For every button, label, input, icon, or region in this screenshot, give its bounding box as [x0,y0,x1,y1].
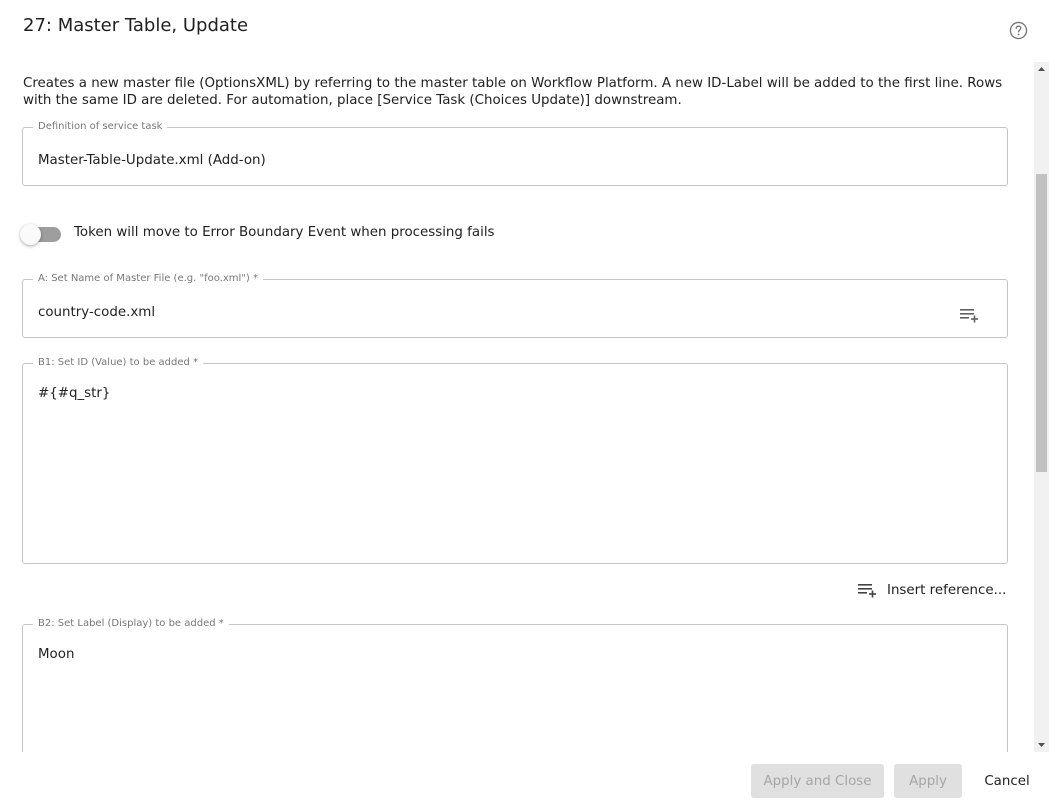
insert-reference-icon[interactable] [959,307,979,323]
label-display-legend: B2: Set Label (Display) to be added * [38,618,224,629]
label-display-textarea[interactable]: Moon [38,647,74,662]
dialog-footer: Apply and Close Apply Cancel [0,752,1049,801]
definition-value: Master-Table-Update.xml (Add-on) [38,153,266,168]
task-description: Creates a new master file (OptionsXML) b… [23,76,1003,108]
scroll-down-arrow-icon[interactable] [1034,738,1049,752]
cancel-button[interactable]: Cancel [976,764,1038,798]
definition-legend: Definition of service task [38,121,163,132]
id-value-textarea[interactable]: #{#q_str} [38,386,110,401]
id-value-field[interactable]: B1: Set ID (Value) to be added * #{#q_st… [22,357,1008,564]
error-boundary-toggle-label: Token will move to Error Boundary Event … [74,225,495,240]
dialog-content[interactable]: Creates a new master file (OptionsXML) b… [0,62,1034,752]
error-boundary-toggle[interactable] [20,224,62,245]
toggle-knob [20,224,41,245]
insert-reference-icon [858,584,876,598]
id-value-legend: B1: Set ID (Value) to be added * [38,357,199,368]
apply-and-close-button[interactable]: Apply and Close [751,764,884,798]
label-display-field[interactable]: B2: Set Label (Display) to be added * Mo… [22,618,1008,752]
insert-reference-button[interactable]: Insert reference... [857,580,1006,600]
vertical-scrollbar[interactable] [1034,62,1049,752]
master-file-name-input[interactable]: country-code.xml [38,305,155,320]
help-circle-icon[interactable] [1009,21,1028,40]
apply-button[interactable]: Apply [894,764,962,798]
scroll-up-arrow-icon[interactable] [1034,62,1049,76]
scrollbar-thumb[interactable] [1036,174,1047,472]
insert-reference-label: Insert reference... [887,582,1007,598]
master-file-name-legend: A: Set Name of Master File (e.g. "foo.xm… [38,273,258,284]
dialog-title: 27: Master Table, Update [23,15,249,36]
master-file-name-field[interactable]: A: Set Name of Master File (e.g. "foo.xm… [22,273,1008,338]
definition-field: Definition of service task Master-Table-… [22,121,1008,186]
